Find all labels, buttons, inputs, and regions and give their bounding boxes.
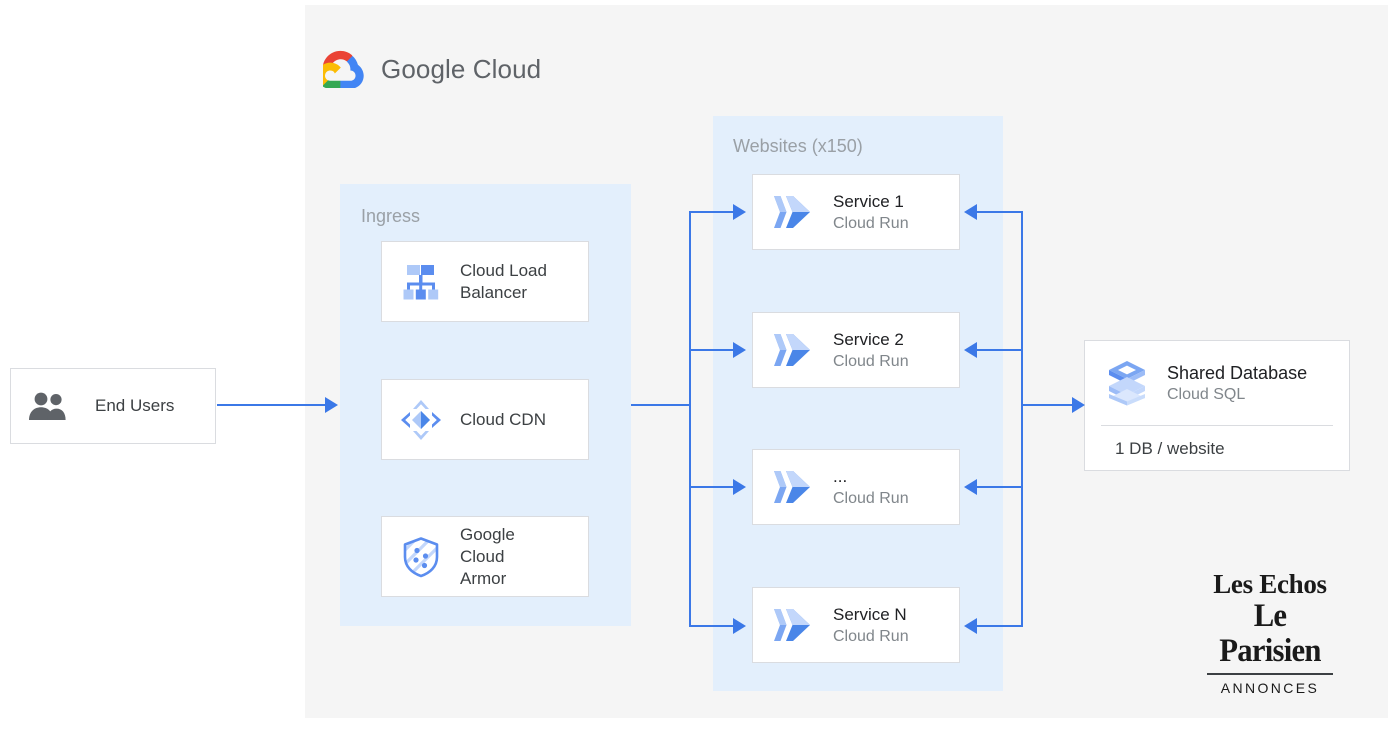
wire-trunk-to-service-2 bbox=[689, 349, 735, 351]
cloud-sql-stack-icon bbox=[1099, 359, 1155, 407]
cloud-run-service-name: Service 1 bbox=[833, 191, 909, 213]
google-cloud-logo-icon bbox=[323, 50, 367, 88]
wire-database-to-service-1 bbox=[977, 211, 1023, 213]
google-cloud-wordmark: Google Cloud bbox=[381, 54, 541, 85]
cloud-armor-label: Google Cloud Armor bbox=[460, 524, 515, 590]
cloud-load-balancer-label: Cloud Load Balancer bbox=[460, 260, 547, 304]
cloud-run-service-product: Cloud Run bbox=[833, 213, 909, 234]
arrowhead-into-service-4 bbox=[733, 618, 746, 634]
wire-endusers-to-ingress bbox=[217, 404, 327, 406]
logo-line-annonces: ANNONCES bbox=[1205, 680, 1335, 696]
ingress-group-title: Ingress bbox=[361, 206, 420, 227]
cloud-run-service-card[interactable]: ... Cloud Run bbox=[752, 449, 960, 525]
cloud-run-service-text: ... Cloud Run bbox=[833, 466, 909, 509]
logo-line-le-parisien: Le Parisien bbox=[1210, 599, 1331, 669]
cloud-cdn-icon bbox=[390, 398, 452, 442]
brand-google: Google bbox=[381, 54, 465, 84]
cloud-armor-text: Google Cloud Armor bbox=[460, 524, 515, 590]
wire-database-to-service-3 bbox=[977, 486, 1023, 488]
cloud-run-service-name: ... bbox=[833, 466, 909, 488]
websites-group-title: Websites (x150) bbox=[733, 136, 863, 157]
cloud-run-icon bbox=[763, 605, 823, 645]
logo-divider bbox=[1207, 673, 1333, 675]
wire-fanout-trunk bbox=[689, 211, 691, 627]
cloud-run-service-card[interactable]: Service 2 Cloud Run bbox=[752, 312, 960, 388]
cloud-run-service-card[interactable]: Service 1 Cloud Run bbox=[752, 174, 960, 250]
arrowhead-into-database bbox=[1072, 397, 1085, 413]
wire-ingress-to-trunk bbox=[631, 404, 691, 406]
cloud-run-icon bbox=[763, 467, 823, 507]
wire-trunk-to-service-3 bbox=[689, 486, 735, 488]
cloud-cdn-label: Cloud CDN bbox=[460, 409, 546, 431]
arrowhead-into-service-3-return bbox=[964, 479, 977, 495]
end-users-label: End Users bbox=[95, 395, 174, 417]
wire-trunk-to-service-1 bbox=[689, 211, 735, 213]
les-echos-le-parisien-logo: Les Echos Le Parisien ANNONCES bbox=[1205, 570, 1335, 696]
shared-database-text: Shared Database Cloud SQL bbox=[1167, 362, 1307, 405]
logo-line-les-echos: Les Echos bbox=[1205, 570, 1335, 599]
cloud-run-icon bbox=[763, 330, 823, 370]
shared-database-note: 1 DB / website bbox=[1085, 426, 1349, 471]
shared-database-title: Shared Database bbox=[1167, 362, 1307, 384]
arrowhead-into-service-1 bbox=[733, 204, 746, 220]
cloud-run-service-text: Service 2 Cloud Run bbox=[833, 329, 909, 372]
shared-database-product: Cloud SQL bbox=[1167, 384, 1307, 405]
end-users-node[interactable]: End Users bbox=[10, 368, 216, 444]
shared-database-header: Shared Database Cloud SQL bbox=[1085, 341, 1349, 425]
arrowhead-into-service-4-return bbox=[964, 618, 977, 634]
cloud-run-icon bbox=[763, 192, 823, 232]
cloud-run-service-product: Cloud Run bbox=[833, 626, 909, 647]
wire-database-to-service-2 bbox=[977, 349, 1023, 351]
cloud-run-service-text: Service 1 Cloud Run bbox=[833, 191, 909, 234]
cloud-cdn-node[interactable]: Cloud CDN bbox=[381, 379, 589, 460]
arrowhead-into-service-1-return bbox=[964, 204, 977, 220]
wire-database-trunk bbox=[1021, 211, 1023, 627]
arrowhead-into-ingress bbox=[325, 397, 338, 413]
arrowhead-into-service-2 bbox=[733, 342, 746, 358]
cloud-run-service-name: Service 2 bbox=[833, 329, 909, 351]
google-cloud-brand: Google Cloud bbox=[323, 47, 541, 91]
cloud-armor-shield-icon bbox=[390, 535, 452, 579]
cloud-run-service-text: Service N Cloud Run bbox=[833, 604, 909, 647]
cloud-run-service-name: Service N bbox=[833, 604, 909, 626]
arrowhead-into-service-3 bbox=[733, 479, 746, 495]
cloud-run-service-product: Cloud Run bbox=[833, 488, 909, 509]
wire-database-to-service-4 bbox=[977, 625, 1023, 627]
cloud-run-service-card[interactable]: Service N Cloud Run bbox=[752, 587, 960, 663]
cloud-load-balancer-text: Cloud Load Balancer bbox=[460, 260, 547, 304]
cloud-load-balancer-node[interactable]: Cloud Load Balancer bbox=[381, 241, 589, 322]
brand-cloud: Cloud bbox=[473, 54, 541, 84]
cloud-load-balancer-icon bbox=[390, 261, 452, 303]
arrowhead-into-service-2-return bbox=[964, 342, 977, 358]
people-icon bbox=[25, 391, 73, 421]
shared-database-node[interactable]: Shared Database Cloud SQL 1 DB / website bbox=[1084, 340, 1350, 471]
wire-trunk-to-service-4 bbox=[689, 625, 735, 627]
cloud-armor-node[interactable]: Google Cloud Armor bbox=[381, 516, 589, 597]
cloud-run-service-product: Cloud Run bbox=[833, 351, 909, 372]
wire-trunk-to-database bbox=[1021, 404, 1078, 406]
cloud-cdn-text: Cloud CDN bbox=[460, 409, 546, 431]
